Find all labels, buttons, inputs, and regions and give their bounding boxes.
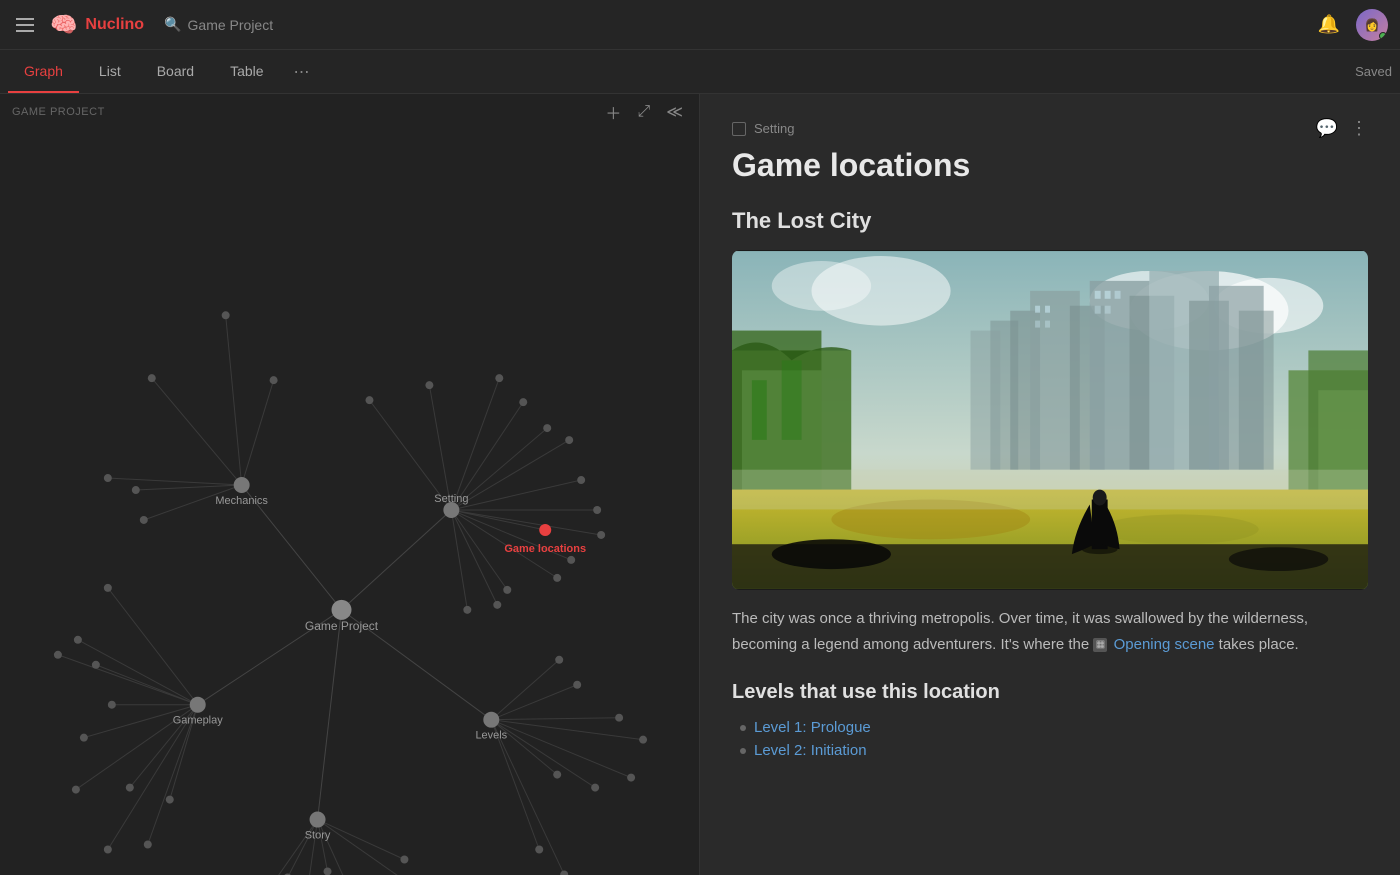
lost-city-image: [732, 250, 1368, 590]
main-layout: GAME PROJECT ＋ ⤢ ≪: [0, 94, 1400, 875]
logo-icon: 🧠: [50, 12, 77, 38]
logo-text: Nuclino: [85, 16, 144, 34]
graph-expand-button[interactable]: ⤢: [633, 101, 654, 123]
svg-text:Story: Story: [305, 830, 331, 842]
graph-collapse-button[interactable]: ≪: [662, 100, 687, 124]
search-area[interactable]: 🔍 Game Project: [164, 16, 273, 33]
top-nav: 🧠 Nuclino 🔍 Game Project 🔔 👩: [0, 0, 1400, 50]
notification-bell-icon[interactable]: 🔔: [1318, 14, 1340, 35]
hamburger-menu[interactable]: [12, 14, 38, 36]
user-avatar[interactable]: 👩: [1356, 9, 1388, 41]
svg-text:Game Project: Game Project: [305, 619, 379, 633]
inline-page-icon: ▦: [1093, 638, 1107, 652]
tab-list[interactable]: List: [83, 50, 137, 93]
logo-area: 🧠 Nuclino: [50, 12, 144, 38]
graph-toolbar: ＋ ⤢ ≪: [601, 98, 687, 126]
svg-text:Setting: Setting: [434, 493, 468, 505]
level2-link[interactable]: Level 2: Initiation: [754, 742, 867, 759]
graph-visualization[interactable]: Game Project Mechanics Setting Game loca…: [0, 130, 699, 875]
svg-text:Mechanics: Mechanics: [215, 495, 268, 507]
nav-right: 🔔 👩: [1318, 9, 1388, 41]
setting-label: Setting: [754, 121, 794, 136]
list-item: Level 2: Initiation: [740, 739, 1368, 762]
graph-add-button[interactable]: ＋: [601, 98, 625, 126]
search-icon: 🔍: [164, 16, 181, 33]
bullet-dot-icon: [740, 725, 746, 731]
tabs-more-icon[interactable]: ⋯: [288, 58, 316, 86]
setting-checkbox-label: Setting: [732, 121, 794, 136]
setting-checkbox[interactable]: [732, 122, 746, 136]
avatar-initials: 👩: [1365, 18, 1380, 32]
avatar-status-dot: [1379, 32, 1387, 40]
tab-table[interactable]: Table: [214, 50, 279, 93]
section-title-levels: Levels that use this location: [732, 681, 1368, 704]
graph-breadcrumb: GAME PROJECT: [12, 106, 105, 118]
levels-list: Level 1: Prologue Level 2: Initiation: [732, 716, 1368, 762]
section-title-lost-city: The Lost City: [732, 208, 1368, 234]
graph-panel: GAME PROJECT ＋ ⤢ ≪: [0, 94, 700, 875]
tab-board[interactable]: Board: [141, 50, 210, 93]
content-panel: Setting 💬 ⋮ Game locations The Lost City: [700, 94, 1400, 875]
svg-text:Gameplay: Gameplay: [173, 715, 224, 727]
content-header: Setting 💬 ⋮: [732, 118, 1368, 139]
opening-scene-link[interactable]: Opening scene: [1114, 636, 1215, 653]
saved-label: Saved: [1355, 64, 1392, 79]
svg-text:Levels: Levels: [475, 730, 507, 742]
search-text: Game Project: [188, 17, 274, 33]
tabs-bar: Graph List Board Table ⋯ Saved: [0, 50, 1400, 94]
level1-link[interactable]: Level 1: Prologue: [754, 719, 871, 736]
tab-graph[interactable]: Graph: [8, 50, 79, 93]
page-title: Game locations: [732, 147, 1368, 184]
more-options-icon[interactable]: ⋮: [1350, 118, 1368, 139]
list-item: Level 1: Prologue: [740, 716, 1368, 739]
comment-icon[interactable]: 💬: [1316, 118, 1338, 139]
graph-header: GAME PROJECT ＋ ⤢ ≪: [0, 94, 699, 130]
svg-text:Game locations: Game locations: [504, 543, 586, 555]
header-action-icons: 💬 ⋮: [1316, 118, 1368, 139]
bullet-dot-icon: [740, 748, 746, 754]
article-text: The city was once a thriving metropolis.…: [732, 606, 1368, 657]
